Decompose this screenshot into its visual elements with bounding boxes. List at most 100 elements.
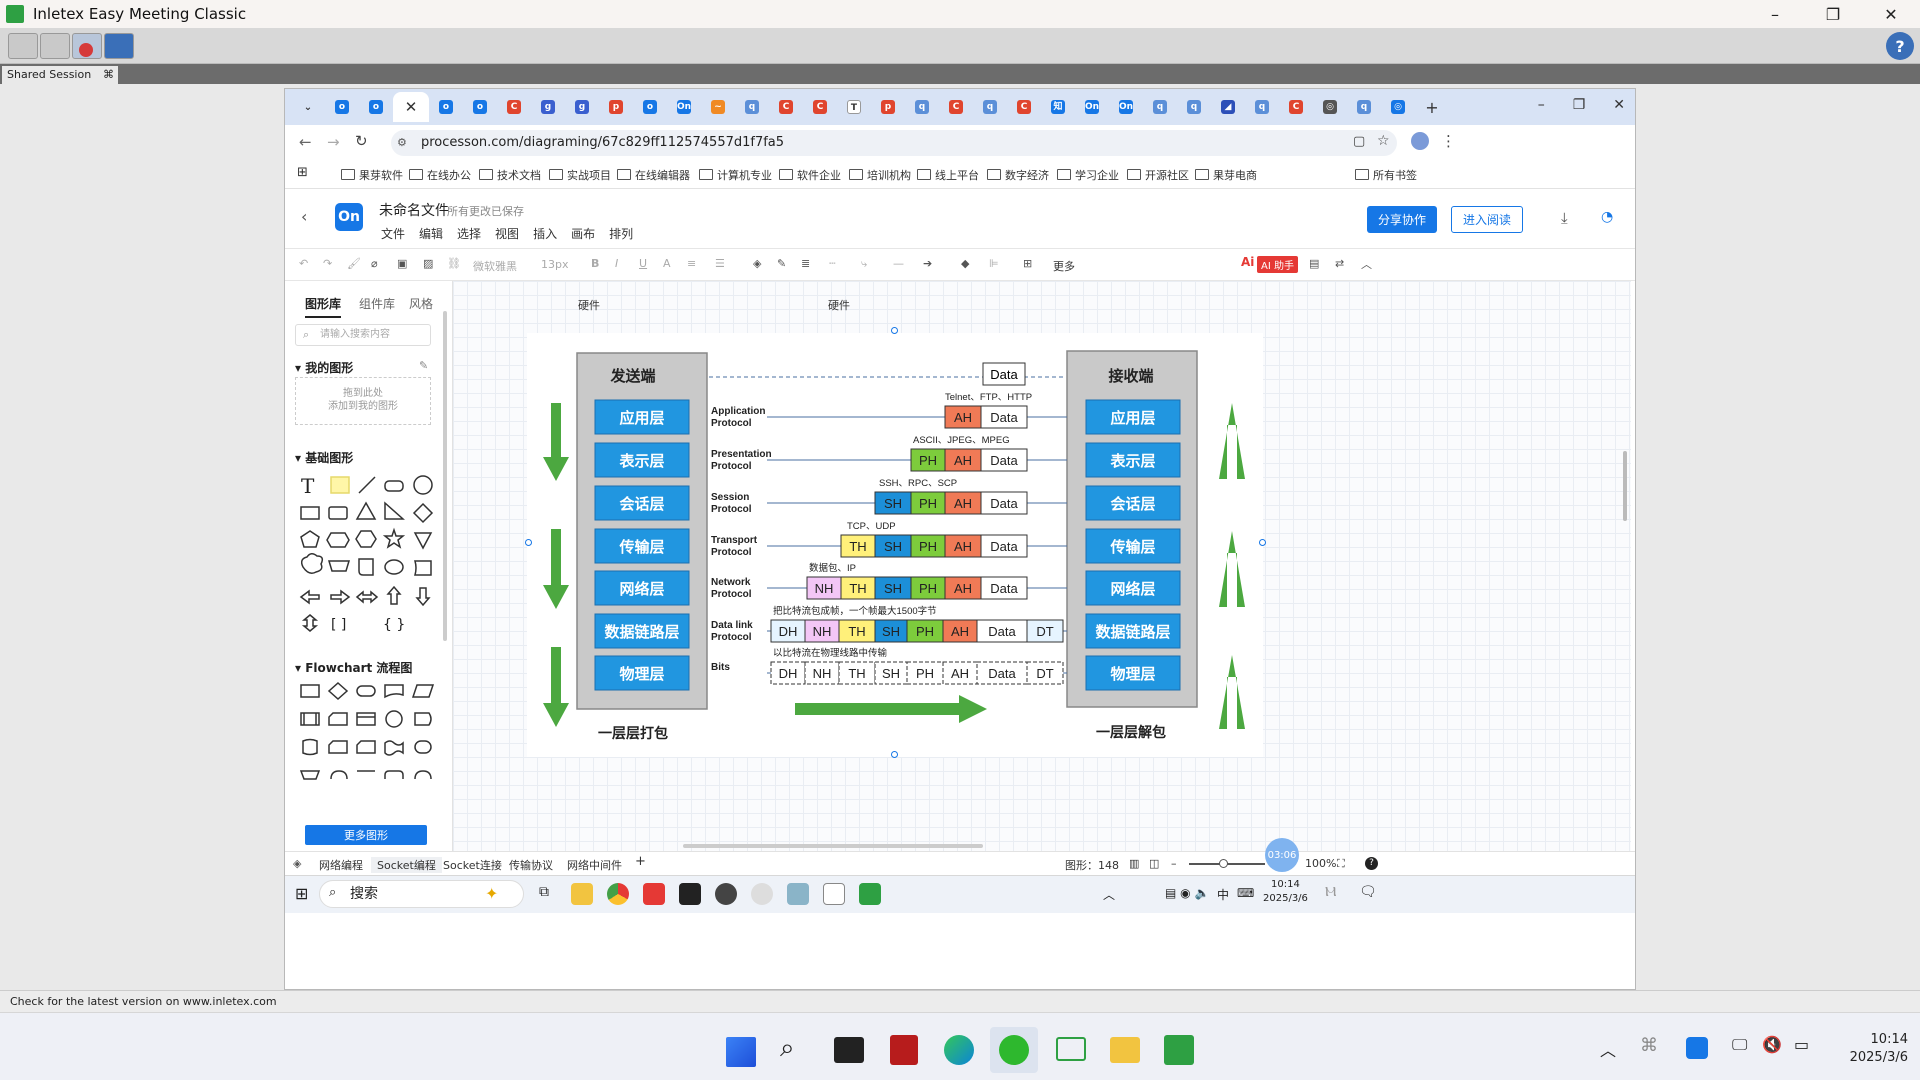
line-width-icon[interactable]: ≣: [801, 257, 810, 270]
host-tray-icon[interactable]: ⌘: [1640, 1035, 1658, 1056]
fullscreen-icon[interactable]: ⛶: [1337, 857, 1345, 871]
bookmark-folder[interactable]: 计算机专业: [699, 167, 772, 183]
link-icon[interactable]: ⛓: [447, 257, 461, 270]
shape-search-input[interactable]: 请输入搜索内容: [295, 324, 431, 346]
ai-icon[interactable]: Ai: [1241, 255, 1254, 269]
remove-participant-icon[interactable]: [40, 33, 70, 59]
browser-tab[interactable]: On: [1075, 92, 1109, 122]
help-icon[interactable]: ?: [1365, 857, 1378, 870]
canvas-v-scrollbar[interactable]: [1623, 451, 1627, 521]
line-spacing-icon[interactable]: ≡: [687, 257, 696, 270]
minimize-button[interactable]: –: [1746, 0, 1804, 28]
inletex-taskbar-icon[interactable]: [859, 883, 881, 905]
shared-session-tab[interactable]: Shared Session ⌘: [2, 66, 118, 84]
align-objects-icon[interactable]: ⊫: [989, 257, 999, 270]
browser-tab[interactable]: On: [1109, 92, 1143, 122]
browser-tab[interactable]: p: [599, 92, 633, 122]
file-explorer-icon[interactable]: [571, 883, 593, 905]
whiteboard-icon[interactable]: [104, 33, 134, 59]
layers-icon[interactable]: ◈: [293, 857, 301, 870]
settings-gear-icon[interactable]: [751, 883, 773, 905]
diagram-canvas[interactable]: 硬件 硬件 发送端 接收端 一层层打包 一层层解包 Data 应用层 应用层 App…: [453, 281, 1631, 851]
browser-tab[interactable]: q: [735, 92, 769, 122]
ime-indicator[interactable]: 中: [1217, 886, 1229, 903]
all-bookmarks-folder[interactable]: 所有书签: [1355, 167, 1417, 183]
selection-handle-bottom[interactable]: [891, 751, 898, 758]
format-painter-icon[interactable]: 🖌: [347, 257, 361, 270]
browser-tab[interactable]: ◢: [1211, 92, 1245, 122]
bookmark-folder[interactable]: 在线编辑器: [617, 167, 690, 183]
redo-icon[interactable]: ↷: [323, 257, 332, 270]
font-family-select[interactable]: 微软雅黑: [473, 258, 517, 274]
my-shapes-header[interactable]: ▾ 我的图形: [295, 359, 353, 376]
browser-minimize-icon[interactable]: –: [1538, 97, 1545, 113]
windows-start-icon[interactable]: ⊞: [295, 884, 308, 903]
connector-icon[interactable]: ⤷: [861, 257, 867, 271]
close-button[interactable]: ✕: [1862, 0, 1920, 28]
bookmark-folder[interactable]: 软件企业: [779, 167, 841, 183]
host-explorer-icon[interactable]: [1110, 1037, 1140, 1063]
host-start-icon[interactable]: [726, 1037, 756, 1067]
forward-icon[interactable]: →: [327, 133, 340, 151]
basic-shapes-icons[interactable]: T [] {}: [297, 473, 447, 643]
more-menu[interactable]: 更多: [1053, 258, 1075, 274]
page-tab[interactable]: 网络中间件: [567, 857, 622, 873]
browser-tab[interactable]: C: [803, 92, 837, 122]
line-end-icon[interactable]: —: [893, 257, 904, 270]
sidebar-scrollbar[interactable]: [443, 311, 447, 641]
host-wechat-icon[interactable]: [999, 1035, 1029, 1065]
host-terminal-icon[interactable]: [834, 1037, 864, 1063]
document-title[interactable]: 未命名文件: [379, 200, 449, 220]
page-tab[interactable]: 传输协议: [509, 857, 553, 873]
notification-icon[interactable]: 🗨: [1359, 884, 1377, 900]
canvas-h-scrollbar[interactable]: [683, 844, 983, 848]
host-meeting-icon[interactable]: [1056, 1037, 1086, 1061]
tab-style[interactable]: 风格: [409, 295, 433, 312]
browser-restore-icon[interactable]: ❐: [1573, 97, 1586, 113]
selection-handle-right[interactable]: [1259, 539, 1266, 546]
back-icon[interactable]: ←: [299, 133, 312, 151]
task-view-icon[interactable]: ⧉: [539, 884, 549, 900]
bookmark-folder[interactable]: 在线办公: [409, 167, 471, 183]
browser-tab[interactable]: o: [633, 92, 667, 122]
browser-tab[interactable]: 知: [1041, 92, 1075, 122]
browser-tab[interactable]: q: [1347, 92, 1381, 122]
basic-shapes-header[interactable]: ▾ 基础图形: [295, 449, 353, 466]
download-icon[interactable]: ⤓: [1561, 209, 1568, 227]
typora-icon[interactable]: [823, 883, 845, 905]
browser-menu-icon[interactable]: ⋮: [1441, 132, 1456, 150]
browser-close-icon[interactable]: ✕: [1613, 97, 1625, 113]
menu-canvas[interactable]: 画布: [571, 225, 595, 242]
flowchart-shapes-icons[interactable]: [297, 681, 447, 821]
browser-tab[interactable]: ~: [701, 92, 735, 122]
bookmark-folder[interactable]: 技术文档: [479, 167, 541, 183]
line-style-icon[interactable]: ┄: [829, 257, 836, 270]
host-tray-app-icon[interactable]: [1686, 1037, 1708, 1059]
chrome-icon[interactable]: [607, 883, 629, 905]
host-mute-icon[interactable]: 🔇: [1762, 1035, 1782, 1054]
host-clock[interactable]: 10:14 2025/3/6: [1836, 1031, 1908, 1067]
copilot-sparkle-icon[interactable]: ✦: [485, 884, 498, 903]
browser-tab[interactable]: q: [1143, 92, 1177, 122]
bookmark-folder[interactable]: 实战项目: [549, 167, 611, 183]
menu-view[interactable]: 视图: [495, 225, 519, 242]
table-icon[interactable]: ⊞: [1023, 257, 1032, 270]
menu-arrange[interactable]: 排列: [609, 225, 633, 242]
bookmark-folder[interactable]: 果芽软件: [341, 167, 403, 183]
ai-assistant-button[interactable]: AI 助手: [1257, 256, 1298, 273]
host-network-icon[interactable]: 🖵: [1732, 1035, 1747, 1055]
share-button[interactable]: 分享协作: [1367, 206, 1437, 233]
clear-format-icon[interactable]: ⌀: [371, 257, 378, 270]
tab-search-icon[interactable]: ⌄: [291, 92, 325, 122]
browser-tab[interactable]: ◎: [1381, 92, 1415, 122]
browser-tab[interactable]: T: [837, 92, 871, 122]
insert-image-icon[interactable]: ▨: [423, 257, 433, 270]
browser-tab[interactable]: o: [325, 92, 359, 122]
maximize-button[interactable]: ❐: [1804, 0, 1862, 28]
reload-icon[interactable]: ↻: [355, 132, 368, 150]
browser-tab[interactable]: o: [429, 92, 463, 122]
assistant-icon[interactable]: ◔: [1601, 209, 1613, 225]
browser-tab[interactable]: g: [565, 92, 599, 122]
host-intellij-icon[interactable]: [890, 1035, 918, 1065]
flowchart-header[interactable]: ▾ Flowchart 流程图: [295, 659, 412, 676]
